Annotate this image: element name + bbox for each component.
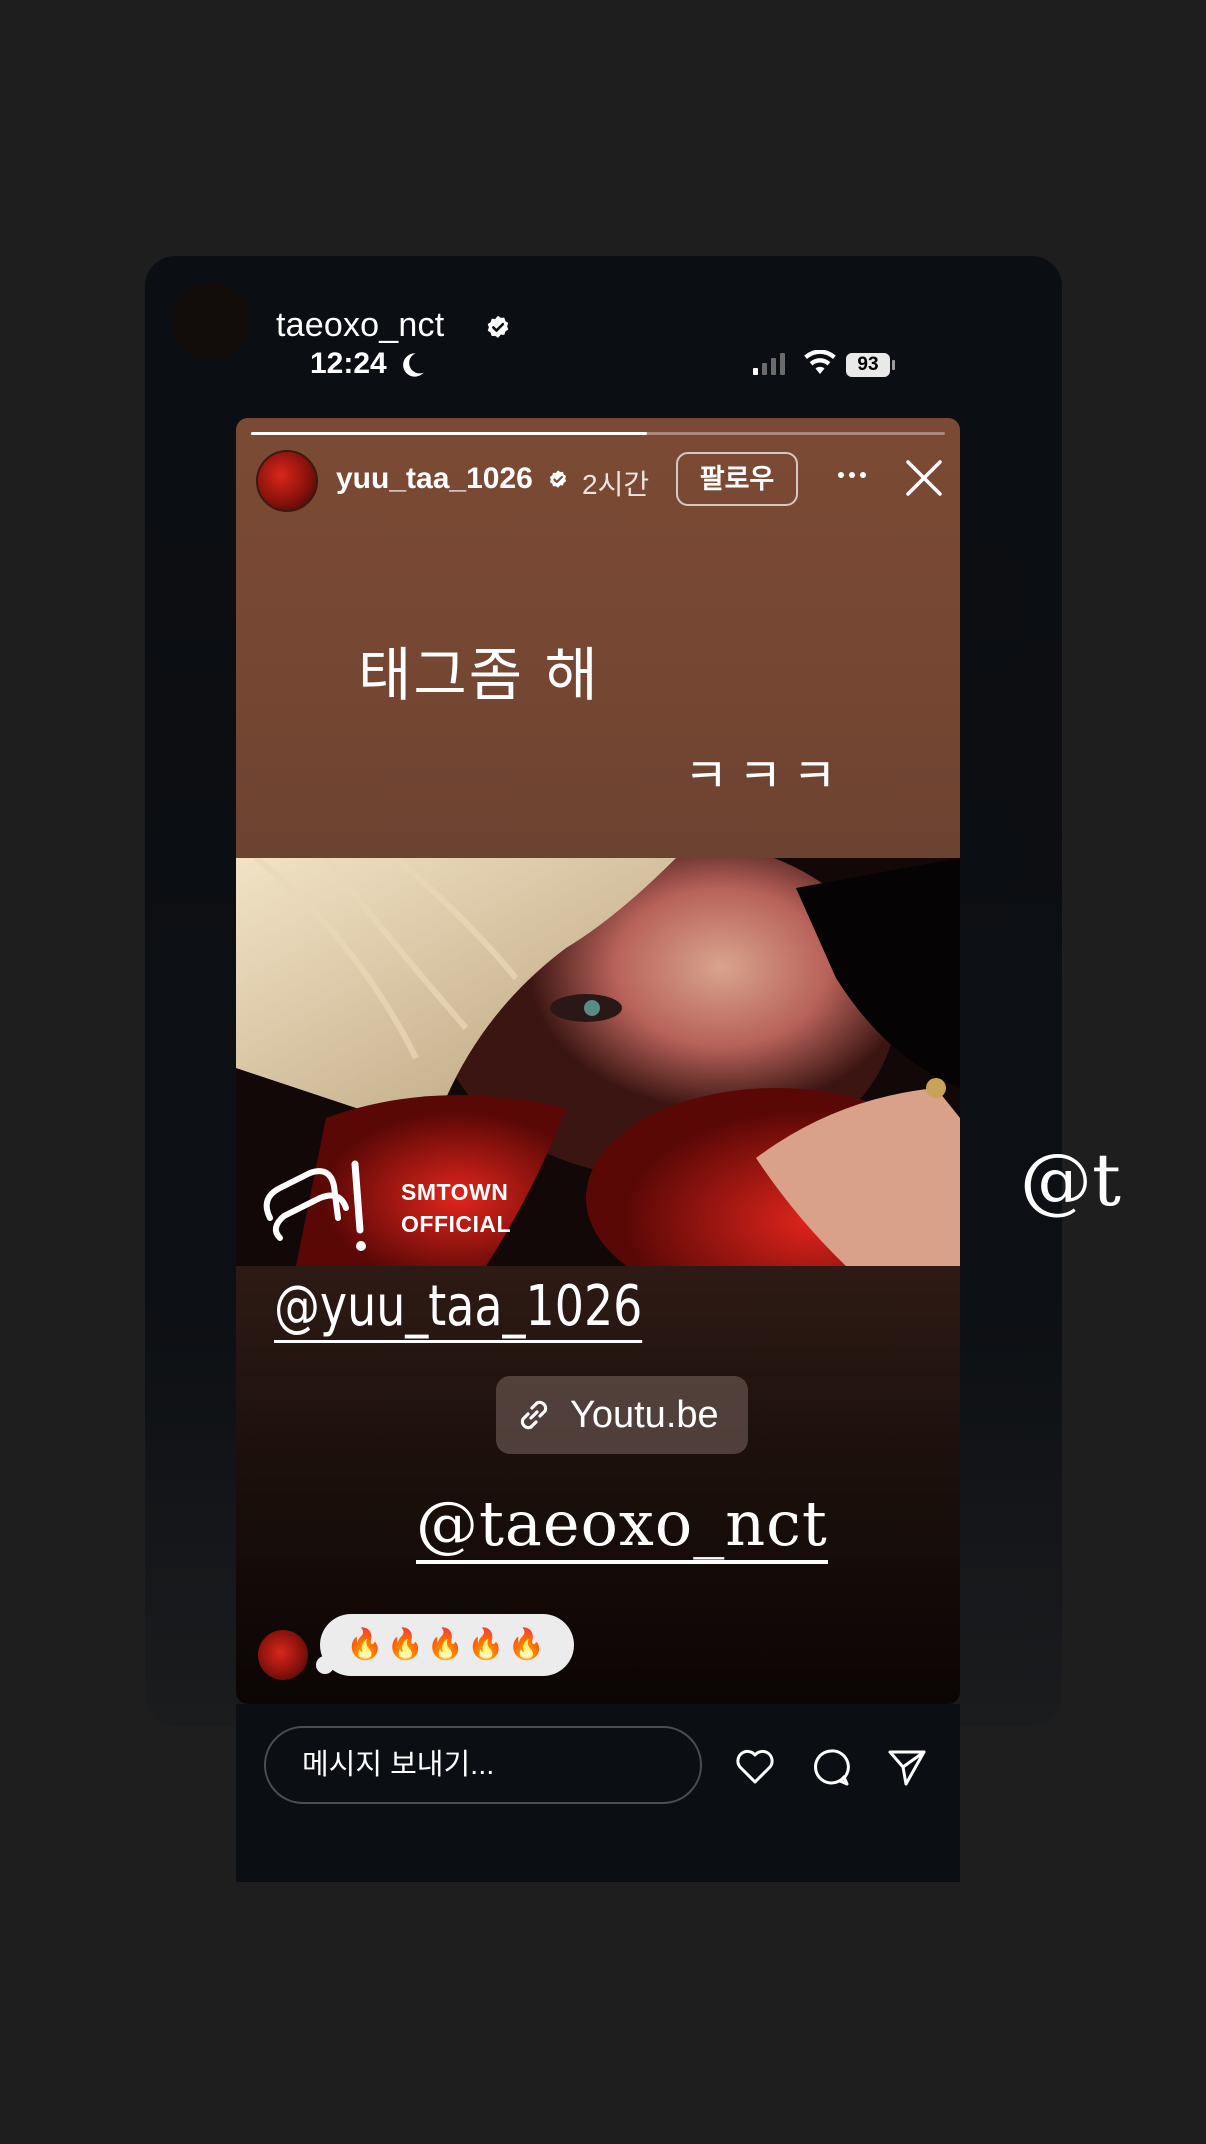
outer-avatar[interactable]	[172, 282, 250, 360]
story-bottom-bar: 메시지 보내기...	[236, 1704, 960, 1882]
story-progress-track	[251, 432, 945, 435]
side-mention-fragment: @t	[1020, 1138, 1121, 1222]
story-photo: SMTOWN OFFICIAL	[236, 858, 960, 1266]
story-caption-line1: 태그좀 해	[358, 641, 600, 709]
wifi-icon	[804, 350, 836, 374]
heart-icon[interactable]	[734, 1746, 776, 1786]
link-sticker-label: Youtu.be	[570, 1394, 719, 1436]
mention-sticker-2[interactable]: @taeoxo_nct	[416, 1489, 828, 1565]
link-icon	[520, 1400, 548, 1430]
more-icon[interactable]	[836, 465, 868, 485]
story-caption-line2: ㅋㅋㅋ	[684, 748, 847, 804]
verified-badge-icon	[549, 470, 567, 488]
reply-bubble: 🔥🔥🔥🔥🔥	[320, 1614, 574, 1676]
watermark-line1: SMTOWN	[401, 1179, 509, 1205]
story-card[interactable]: yuu_taa_1026 2시간 팔로우 태그좀 해 ㅋㅋㅋ SMTOWN OF…	[236, 418, 960, 1704]
sm-logo	[263, 1160, 366, 1251]
message-input[interactable]: 메시지 보내기...	[264, 1726, 702, 1804]
battery-indicator: 93	[846, 353, 890, 377]
watermark-line2: OFFICIAL	[401, 1211, 512, 1237]
photo-watermark: SMTOWN OFFICIAL	[401, 1176, 511, 1240]
inner-username[interactable]: yuu_taa_1026	[336, 462, 533, 496]
reply-avatar	[258, 1630, 308, 1680]
outer-username[interactable]: taeoxo_nct	[276, 306, 444, 345]
verified-badge-icon	[487, 315, 509, 338]
story-progress-fill	[251, 432, 647, 435]
story-time-ago: 2시간	[582, 469, 650, 500]
status-time: 12:24	[310, 347, 387, 380]
signal-icon	[753, 353, 785, 375]
send-icon[interactable]	[886, 1746, 928, 1788]
battery-tip	[892, 360, 895, 370]
moon-icon	[403, 353, 424, 377]
close-icon[interactable]	[904, 458, 944, 498]
link-sticker[interactable]: Youtu.be	[496, 1376, 748, 1454]
mention-sticker-1[interactable]: @yuu_taa_1026	[274, 1276, 643, 1343]
inner-avatar[interactable]	[256, 450, 318, 512]
comment-icon[interactable]	[810, 1746, 852, 1788]
follow-button[interactable]: 팔로우	[676, 452, 798, 506]
